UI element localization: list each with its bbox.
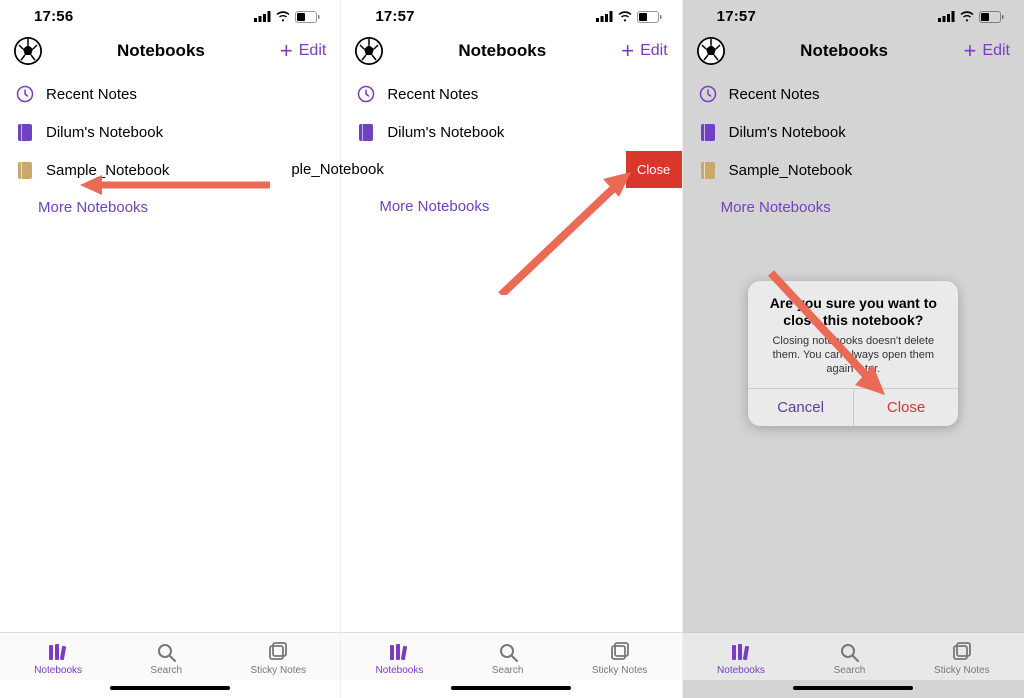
books-icon bbox=[730, 641, 752, 663]
status-time: 17:57 bbox=[375, 8, 414, 25]
tab-sticky-notes[interactable]: Sticky Notes bbox=[592, 641, 648, 676]
swipe-close-button[interactable]: Close bbox=[626, 151, 682, 188]
home-indicator[interactable] bbox=[793, 686, 913, 690]
battery-icon bbox=[295, 11, 320, 23]
edit-button[interactable]: Edit bbox=[299, 42, 327, 60]
battery-icon bbox=[979, 11, 1004, 23]
header: Notebooks + Edit bbox=[683, 29, 1024, 75]
header: Notebooks + Edit bbox=[341, 29, 681, 75]
home-indicator[interactable] bbox=[451, 686, 571, 690]
plus-icon[interactable]: + bbox=[964, 40, 977, 62]
notebook-item[interactable]: Dilum's Notebook bbox=[341, 113, 681, 151]
notebook-icon bbox=[16, 161, 34, 179]
more-notebooks-link[interactable]: More Notebooks bbox=[341, 188, 681, 225]
notebook-list: Recent Notes Dilum's Notebook ple_Notebo… bbox=[341, 75, 681, 225]
tab-notebooks[interactable]: Notebooks bbox=[34, 641, 82, 676]
confirm-alert: Are you sure you want to close this note… bbox=[748, 281, 958, 427]
plus-icon[interactable]: + bbox=[280, 40, 293, 62]
plus-icon[interactable]: + bbox=[621, 40, 634, 62]
page-title: Notebooks bbox=[383, 41, 621, 61]
item-label: Dilum's Notebook bbox=[387, 124, 504, 141]
recent-notes-item[interactable]: Recent Notes bbox=[341, 75, 681, 113]
status-time: 17:56 bbox=[34, 8, 73, 25]
edit-button[interactable]: Edit bbox=[640, 42, 668, 60]
status-indicators bbox=[938, 11, 1004, 23]
profile-avatar[interactable] bbox=[355, 37, 383, 65]
page-title: Notebooks bbox=[725, 41, 964, 61]
status-bar: 17:56 bbox=[0, 0, 340, 29]
tab-search[interactable]: Search bbox=[150, 641, 182, 676]
tab-bar: Notebooks Search Sticky Notes bbox=[683, 632, 1024, 680]
wifi-icon bbox=[959, 11, 975, 22]
screen-2: 17:57 Notebooks + Edit Recent Notes bbox=[341, 0, 682, 698]
notebook-item[interactable]: Dilum's Notebook bbox=[0, 113, 340, 151]
tab-bar: Notebooks Search Sticky Notes bbox=[0, 632, 340, 680]
tab-bar: Notebooks Search Sticky Notes bbox=[341, 632, 681, 680]
search-icon bbox=[497, 641, 519, 663]
notebook-item[interactable]: Sample_Notebook bbox=[0, 151, 340, 189]
content-area: Recent Notes Dilum's Notebook Sample_Not… bbox=[683, 75, 1024, 632]
soccer-ball-icon bbox=[14, 37, 42, 65]
profile-avatar[interactable] bbox=[14, 37, 42, 65]
cellular-icon bbox=[254, 11, 271, 22]
tab-sticky-notes[interactable]: Sticky Notes bbox=[251, 641, 307, 676]
sticky-notes-icon bbox=[951, 641, 973, 663]
sticky-notes-icon bbox=[609, 641, 631, 663]
item-label: Recent Notes bbox=[46, 86, 137, 103]
item-label: ple_Notebook bbox=[291, 161, 384, 178]
profile-avatar[interactable] bbox=[697, 37, 725, 65]
edit-group: + Edit bbox=[280, 40, 326, 62]
cellular-icon bbox=[938, 11, 955, 22]
item-label: Dilum's Notebook bbox=[46, 124, 163, 141]
screen-1: 17:56 Notebooks + Edit Recent Notes bbox=[0, 0, 341, 698]
alert-backdrop: Are you sure you want to close this note… bbox=[683, 75, 1024, 632]
cellular-icon bbox=[596, 11, 613, 22]
content-area: Recent Notes Dilum's Notebook Sample_Not… bbox=[0, 75, 340, 632]
notebook-item-swiped[interactable]: ple_Notebook Close bbox=[341, 151, 681, 188]
books-icon bbox=[388, 641, 410, 663]
recent-notes-item[interactable]: Recent Notes bbox=[0, 75, 340, 113]
alert-message: Closing notebooks doesn't delete them. Y… bbox=[760, 334, 946, 377]
status-indicators bbox=[596, 11, 662, 23]
status-bar: 17:57 bbox=[683, 0, 1024, 29]
edit-group: + Edit bbox=[964, 40, 1010, 62]
notebook-icon bbox=[357, 123, 375, 141]
item-label: Recent Notes bbox=[387, 86, 478, 103]
books-icon bbox=[47, 641, 69, 663]
wifi-icon bbox=[275, 11, 291, 22]
tab-notebooks[interactable]: Notebooks bbox=[376, 641, 424, 676]
edit-group: + Edit bbox=[621, 40, 667, 62]
header: Notebooks + Edit bbox=[0, 29, 340, 75]
page-title: Notebooks bbox=[42, 41, 280, 61]
edit-button[interactable]: Edit bbox=[982, 42, 1010, 60]
status-bar: 17:57 bbox=[341, 0, 681, 29]
alert-cancel-button[interactable]: Cancel bbox=[748, 389, 854, 426]
soccer-ball-icon bbox=[697, 37, 725, 65]
battery-icon bbox=[637, 11, 662, 23]
wifi-icon bbox=[617, 11, 633, 22]
tab-notebooks[interactable]: Notebooks bbox=[717, 641, 765, 676]
search-icon bbox=[838, 641, 860, 663]
status-indicators bbox=[254, 11, 320, 23]
soccer-ball-icon bbox=[355, 37, 383, 65]
screen-3: 17:57 Notebooks + Edit Recent Notes bbox=[683, 0, 1024, 698]
clock-icon bbox=[357, 85, 375, 103]
clock-icon bbox=[16, 85, 34, 103]
home-indicator[interactable] bbox=[110, 686, 230, 690]
tab-search[interactable]: Search bbox=[492, 641, 524, 676]
alert-title: Are you sure you want to close this note… bbox=[760, 295, 946, 330]
item-label: Sample_Notebook bbox=[46, 162, 169, 179]
search-icon bbox=[155, 641, 177, 663]
more-notebooks-link[interactable]: More Notebooks bbox=[0, 189, 340, 226]
notebook-list: Recent Notes Dilum's Notebook Sample_Not… bbox=[0, 75, 340, 226]
notebook-icon bbox=[16, 123, 34, 141]
alert-close-button[interactable]: Close bbox=[854, 389, 959, 426]
sticky-notes-icon bbox=[267, 641, 289, 663]
tab-sticky-notes[interactable]: Sticky Notes bbox=[934, 641, 990, 676]
status-time: 17:57 bbox=[717, 8, 756, 25]
content-area: Recent Notes Dilum's Notebook ple_Notebo… bbox=[341, 75, 681, 632]
tab-search[interactable]: Search bbox=[834, 641, 866, 676]
